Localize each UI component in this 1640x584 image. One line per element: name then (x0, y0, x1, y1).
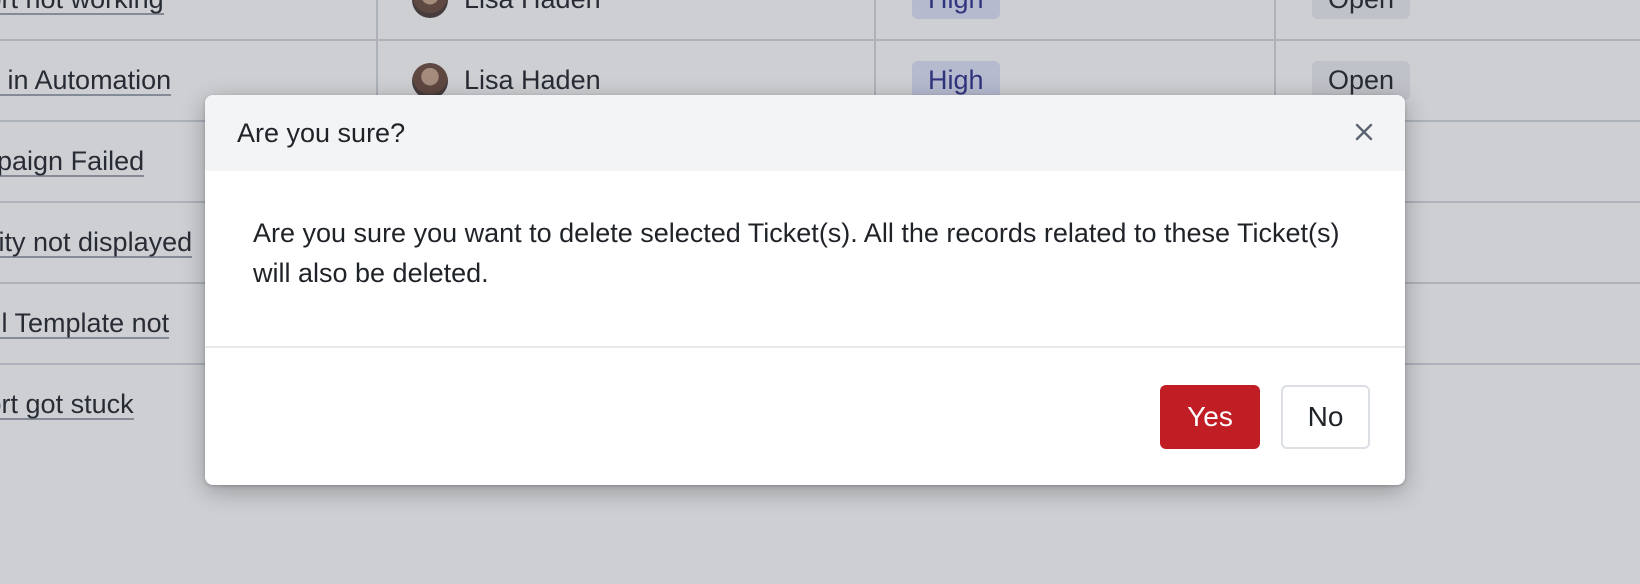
no-button[interactable]: No (1281, 385, 1370, 449)
yes-button[interactable]: Yes (1160, 385, 1260, 449)
dialog-title: Are you sure? (237, 117, 406, 148)
confirm-delete-dialog: Are you sure? Are you sure you want to d… (205, 95, 1405, 485)
close-button[interactable] (1349, 117, 1379, 147)
close-icon (1355, 123, 1373, 141)
page: Export not working Lisa Haden High Open … (0, 0, 1640, 584)
dialog-message: Are you sure you want to delete selected… (253, 218, 1340, 288)
dialog-divider (205, 346, 1405, 348)
dialog-header: Are you sure? (205, 95, 1405, 171)
